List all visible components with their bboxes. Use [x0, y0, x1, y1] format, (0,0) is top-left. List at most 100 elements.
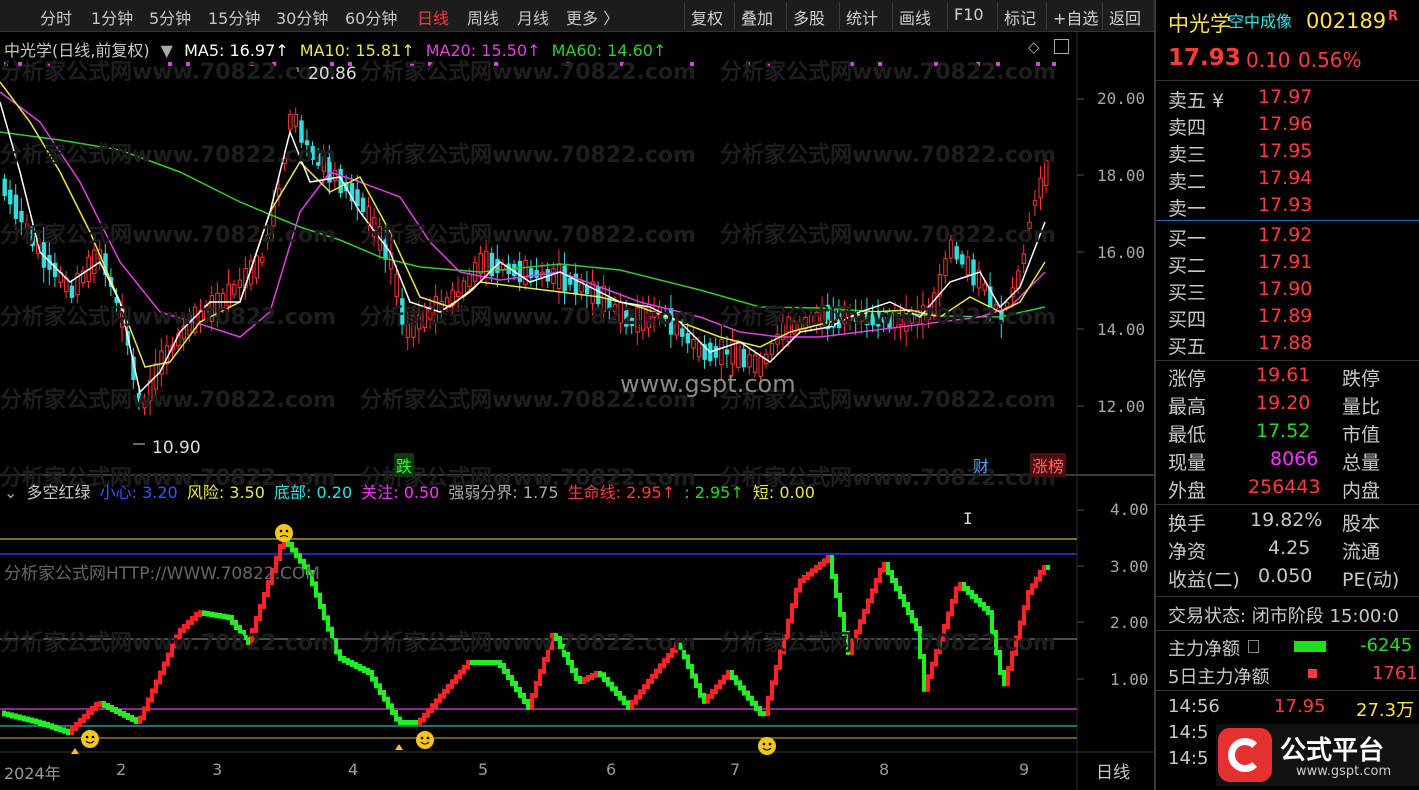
multi-stock-button[interactable]: 多股 — [786, 2, 831, 30]
candle-body — [584, 285, 590, 294]
oscillator-bar — [506, 669, 510, 680]
candle-body — [971, 259, 976, 286]
add-watchlist-button[interactable]: +自选 — [1046, 2, 1104, 30]
limit-up-value: 19.61 — [1256, 364, 1311, 386]
oscillator-bar — [950, 598, 954, 617]
period-daily[interactable]: 日线 — [417, 5, 449, 29]
oscillator-bar — [602, 672, 606, 682]
stock-label[interactable]: 中光学(日线,前复权) — [4, 41, 150, 60]
event-tag-zhangbang[interactable]: 涨榜 — [1030, 453, 1067, 477]
oscillator-bar — [582, 677, 586, 684]
oscillator-bar — [498, 660, 502, 668]
oscillator-bar — [986, 606, 990, 615]
oscillator-bar — [898, 586, 902, 599]
price-axis-label: 12.00 — [1097, 397, 1146, 416]
panel-toggle-icon[interactable] — [1054, 39, 1069, 54]
oscillator-bar — [594, 671, 598, 678]
oscillator-bar — [38, 719, 42, 726]
oscillator-bar — [910, 610, 914, 623]
oscillator-bar — [98, 701, 102, 707]
x-axis-label: 2 — [116, 760, 127, 779]
candle-body — [943, 258, 948, 277]
low-label: 最低 — [1168, 424, 1207, 446]
diamond-icon[interactable]: ◇ — [1028, 38, 1040, 56]
low-price-marker: 10.90 — [152, 438, 201, 458]
oscillator-bar — [110, 705, 114, 712]
period-5min[interactable]: 5分钟 — [149, 5, 191, 29]
watermark: 分析家公式网www.70822.com — [0, 631, 336, 656]
oscillator-bar — [514, 681, 518, 692]
indicator-name[interactable]: 多空红绿 — [27, 483, 91, 502]
oscillator-bar — [614, 686, 618, 696]
oscillator-bar — [790, 603, 794, 624]
outer-volume-label: 外盘 — [1168, 480, 1207, 502]
oscillator-bar — [322, 604, 326, 621]
oscillator-bar — [750, 695, 754, 706]
back-button[interactable]: 返回 — [1102, 2, 1147, 30]
period-more[interactable]: 更多 〉 — [566, 5, 619, 29]
period-30min[interactable]: 30分钟 — [276, 5, 328, 29]
period-weekly[interactable]: 周线 — [467, 5, 499, 29]
stats-button[interactable]: 统计 — [839, 2, 884, 30]
oscillator-bar — [1030, 583, 1034, 595]
oscillator-bar — [922, 654, 926, 692]
oscillator-bar — [14, 713, 18, 720]
bid-5-price: 17.88 — [1258, 332, 1313, 354]
ask-5-price: 17.97 — [1258, 86, 1313, 108]
candle-body — [713, 346, 719, 358]
list-icon[interactable] — [1248, 640, 1259, 653]
oscillator-bar — [54, 724, 58, 731]
collapse-icon[interactable]: ⌄ — [4, 483, 17, 502]
ask-5-label: 卖五 ¥ — [1168, 90, 1225, 112]
pe-label: PE(动) — [1342, 569, 1400, 591]
candle-body — [2, 178, 7, 196]
oscillator-bar — [290, 542, 294, 553]
draw-line-button[interactable]: 画线 — [892, 2, 937, 30]
overlay-button[interactable]: 叠加 — [734, 2, 779, 30]
r-badge: R — [1388, 9, 1399, 24]
period-fenshi[interactable]: 分时 — [40, 5, 72, 29]
candle-body — [254, 255, 259, 279]
period-monthly[interactable]: 月线 — [517, 5, 549, 29]
oscillator-bar — [474, 660, 478, 665]
event-tag-cai[interactable]: 财 — [971, 453, 991, 477]
period-60min[interactable]: 60分钟 — [345, 5, 397, 29]
dropdown-icon[interactable]: ▼ — [161, 41, 173, 60]
oscillator-bar — [762, 711, 766, 717]
indicator-legend: ⌄ 多空红绿 小心: 3.20 风险: 3.50 底部: 0.20 关注: 0.… — [4, 479, 819, 502]
watermark: 分析家公式网www.70822.com — [720, 143, 1056, 168]
oscillator-bar — [86, 710, 90, 719]
tick-time: 14:56 — [1168, 696, 1220, 717]
ma5-label: MA5: 16.97↑ — [184, 41, 289, 60]
event-tag-die[interactable]: 跌 — [394, 453, 415, 477]
candle-body — [467, 273, 472, 288]
bid-1-price: 17.92 — [1258, 224, 1313, 246]
oscillator-bar — [502, 663, 506, 674]
period-15min[interactable]: 15分钟 — [208, 5, 260, 29]
colon-value: : 2.95↑ — [684, 483, 744, 502]
candle-body — [982, 283, 987, 291]
period-1min[interactable]: 1分钟 — [91, 5, 133, 29]
sub-watermark: 分析家公式网HTTP://WWW.70822.COM — [4, 564, 320, 584]
oscillator-bar — [802, 575, 806, 584]
oscillator-bar — [1038, 570, 1042, 582]
oscillator-bar — [726, 670, 730, 680]
ma60-label: MA60: 14.60↑ — [551, 41, 667, 60]
oscillator-bar — [50, 723, 54, 730]
oscillator-bar — [1006, 666, 1010, 687]
fuquan-button[interactable]: 复权 — [684, 2, 729, 30]
period-indicator[interactable]: 日线 — [1096, 758, 1130, 783]
oscillator-bar — [122, 711, 126, 718]
oscillator-bar — [482, 660, 486, 665]
oscillator-bar — [886, 562, 890, 575]
watermark: 分析家公式网www.70822.com — [720, 631, 1056, 656]
high-price-marker: 20.86 — [308, 64, 357, 84]
oscillator-bar — [654, 668, 658, 679]
oscillator-bar — [638, 689, 642, 700]
oscillator-bar — [66, 728, 70, 735]
oscillator-bar — [630, 699, 634, 710]
oscillator-bar — [406, 720, 410, 725]
mark-button[interactable]: 标记 — [997, 2, 1042, 30]
f10-button[interactable]: F10 — [947, 2, 990, 30]
concept-tag[interactable]: 空中成像 — [1228, 8, 1292, 32]
